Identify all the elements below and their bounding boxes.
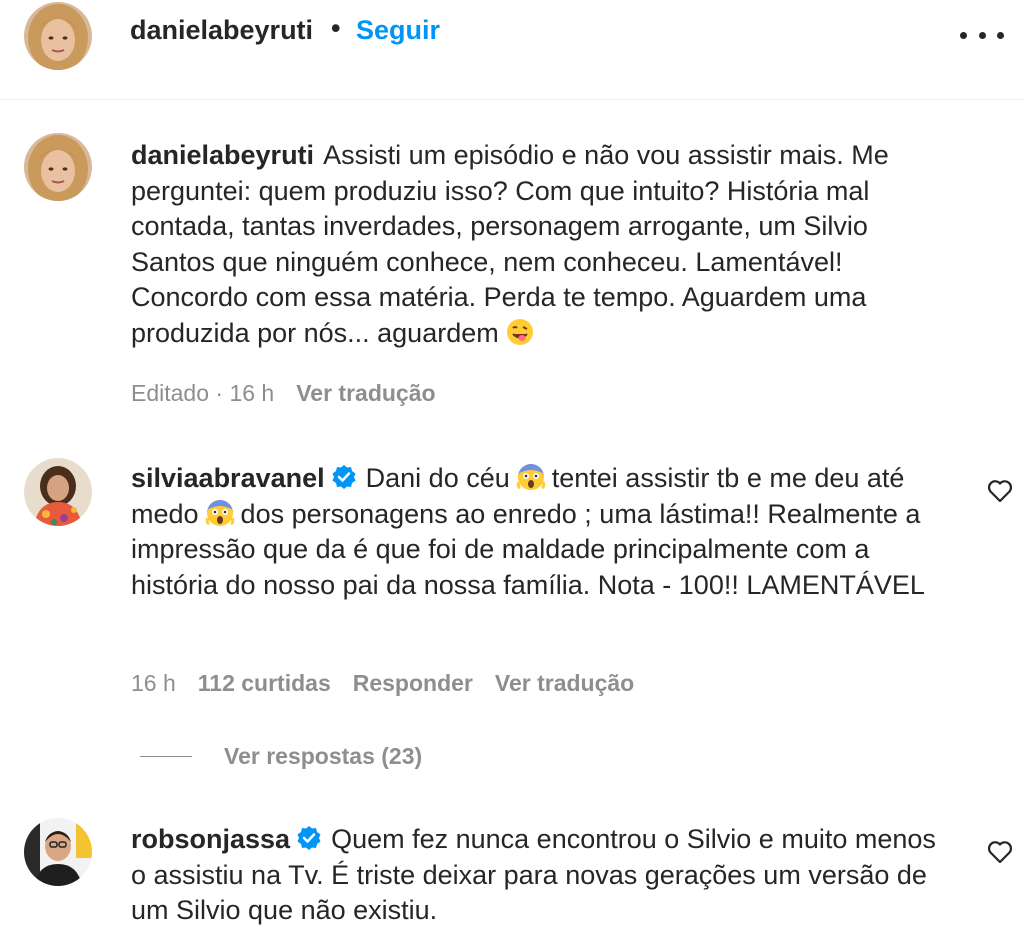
comment-text: robsonjassa Quem fez nunca encontrou o Si… <box>131 822 951 929</box>
view-replies-label: Ver respostas (23) <box>224 742 423 769</box>
see-translation-link[interactable]: Ver tradução <box>296 380 435 406</box>
comment-body-part: dos personagens ao enredo ; uma lástima!… <box>131 498 925 600</box>
author-username[interactable]: danielabeyruti <box>130 15 313 46</box>
screaming-face-icon <box>205 498 235 528</box>
see-translation-link[interactable]: Ver tradução <box>495 670 634 696</box>
author-avatar[interactable] <box>24 2 92 70</box>
likes-count-link[interactable]: 112 curtidas <box>198 670 331 696</box>
commenter-username[interactable]: danielabeyruti <box>131 140 314 170</box>
commenter-username[interactable]: robsonjassa <box>131 824 290 854</box>
screaming-face-icon <box>516 462 546 492</box>
commenter-avatar[interactable] <box>24 133 92 201</box>
like-heart-icon[interactable] <box>986 477 1014 505</box>
comment-meta: 16 h 112 curtidas Responder Ver tradução <box>131 670 634 697</box>
comment-meta: Editado · 16 h Ver tradução <box>131 380 436 407</box>
commenter-username[interactable]: silviaabravanel <box>131 463 325 493</box>
like-heart-icon[interactable] <box>986 838 1014 866</box>
reply-button[interactable]: Responder <box>353 670 473 696</box>
comment-text: silviaabravanel Dani do céu tentei assisti… <box>131 461 951 603</box>
comment-text: danielabeyruti Assisti um episódio e não … <box>131 138 951 351</box>
comment-timestamp: 16 h <box>131 670 176 696</box>
follow-button[interactable]: Seguir <box>356 15 440 46</box>
post-header: danielabeyruti • Seguir <box>0 0 1024 100</box>
verified-badge-icon <box>331 464 357 490</box>
commenter-avatar[interactable] <box>24 458 92 526</box>
separator-dot: • <box>331 13 341 43</box>
comment-body-part: Dani do céu <box>365 463 510 493</box>
edited-timestamp: Editado · 16 h <box>131 380 275 406</box>
verified-badge-icon <box>296 825 322 851</box>
more-options-icon[interactable] <box>960 20 1004 50</box>
replies-divider-line <box>140 755 192 757</box>
commenter-avatar[interactable] <box>24 818 92 886</box>
view-replies-button[interactable]: Ver respostas (23) <box>140 742 422 770</box>
winking-tongue-face-icon <box>505 317 535 347</box>
